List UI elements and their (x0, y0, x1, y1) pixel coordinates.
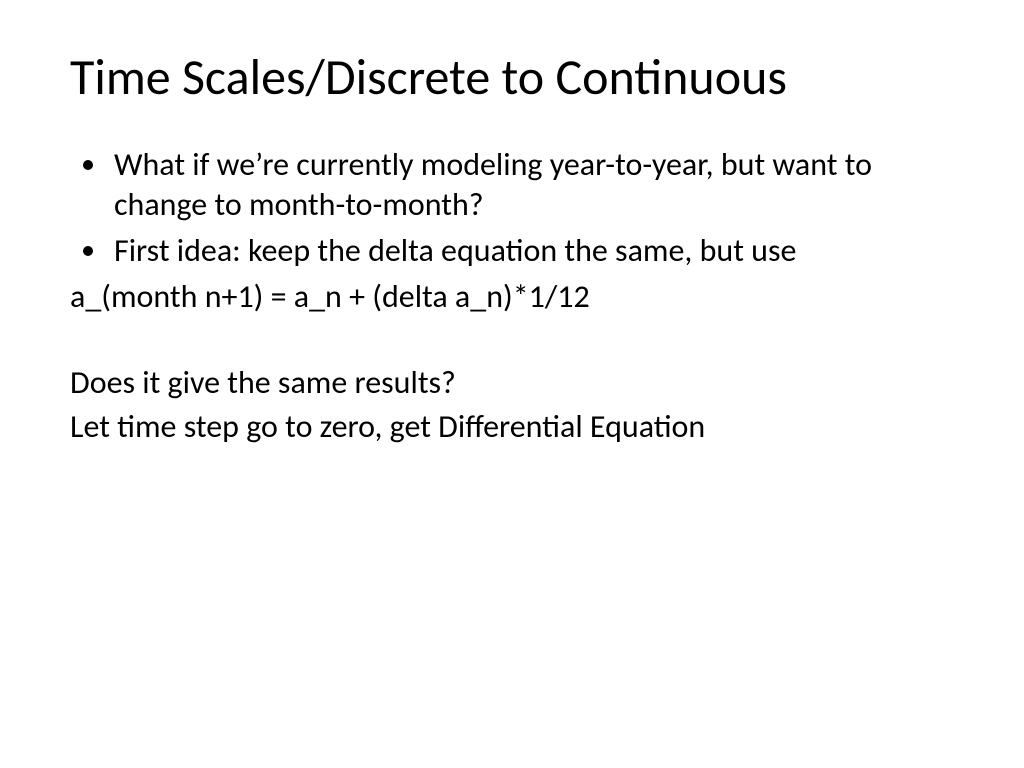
equation-line: a_(month n+1) = a_n + (delta a_n)*1/12 (70, 277, 954, 317)
slide-title: Time Scales/Discrete to Continuous (70, 50, 954, 105)
bullet-list: What if we’re currently modeling year-to… (70, 145, 954, 271)
question-line: Does it give the same results? (70, 363, 954, 403)
slide-body: What if we’re currently modeling year-to… (70, 145, 954, 447)
spacer (70, 321, 954, 359)
bullet-item: What if we’re currently modeling year-to… (110, 145, 954, 225)
bullet-item: First idea: keep the delta equation the … (110, 231, 954, 271)
conclusion-line: Let time step go to zero, get Differenti… (70, 407, 954, 447)
slide: Time Scales/Discrete to Continuous What … (0, 0, 1024, 768)
